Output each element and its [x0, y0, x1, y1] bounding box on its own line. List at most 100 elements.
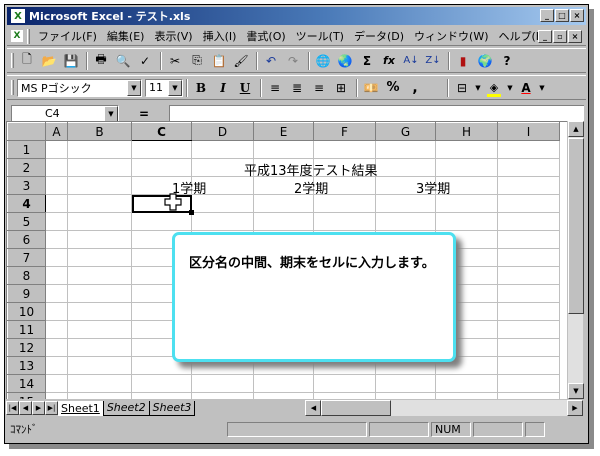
fill-color-icon[interactable]: ◈	[484, 78, 504, 98]
horizontal-scroll-thumb[interactable]	[321, 400, 392, 416]
chevron-down-icon[interactable]: ▼	[104, 105, 118, 122]
print-preview-icon[interactable]: 🔍	[113, 51, 133, 71]
close-button[interactable]: ×	[570, 9, 584, 22]
autosum-icon[interactable]: Σ	[357, 51, 377, 71]
merge-center-icon[interactable]: ⊞	[331, 78, 351, 98]
doc-restore-button[interactable]: ▫	[553, 30, 567, 43]
sheet-tab-3[interactable]: Sheet3	[149, 400, 196, 416]
formula-input[interactable]	[169, 104, 584, 123]
map-icon[interactable]: 🌍	[475, 51, 495, 71]
vertical-scroll-thumb[interactable]	[568, 138, 584, 314]
row-header-7[interactable]: 7	[7, 248, 46, 267]
align-left-icon[interactable]: ≡	[265, 78, 285, 98]
percent-button[interactable]: %	[383, 78, 403, 98]
menu-data[interactable]: データ(D)	[349, 28, 409, 44]
active-cell-C4[interactable]	[131, 194, 194, 215]
row-header-4[interactable]: 4	[7, 194, 46, 213]
column-header-D[interactable]: D	[191, 122, 254, 141]
bold-button[interactable]: B	[191, 78, 211, 98]
first-sheet-icon[interactable]: |◀	[6, 401, 19, 415]
paste-icon[interactable]: 📋	[209, 51, 229, 71]
column-header-I[interactable]: I	[497, 122, 560, 141]
scroll-left-icon[interactable]: ◀	[305, 400, 322, 416]
name-box[interactable]: C4 ▼	[11, 104, 119, 123]
column-header-E[interactable]: E	[253, 122, 314, 141]
row-header-14[interactable]: 14	[7, 374, 46, 393]
sort-descending-icon[interactable]: Z↓	[423, 51, 443, 71]
row-header-10[interactable]: 10	[7, 302, 46, 321]
row-header-1[interactable]: 1	[7, 140, 46, 159]
scroll-right-icon[interactable]: ▶	[567, 400, 583, 416]
font-color-icon[interactable]: A	[516, 78, 536, 98]
last-sheet-icon[interactable]: ▶|	[45, 401, 58, 415]
print-icon[interactable]: 🖶	[91, 51, 111, 71]
menu-view[interactable]: 表示(V)	[149, 28, 197, 44]
format-painter-icon[interactable]: 🖌	[231, 51, 251, 71]
doc-close-button[interactable]: ×	[568, 30, 582, 43]
prev-sheet-icon[interactable]: ◀	[19, 401, 32, 415]
sort-ascending-icon[interactable]: A↓	[401, 51, 421, 71]
cell-C3[interactable]: 1学期	[131, 176, 206, 197]
undo-icon[interactable]: ↶	[261, 51, 281, 71]
scroll-up-icon[interactable]: ▲	[568, 121, 584, 137]
row-header-6[interactable]: 6	[7, 230, 46, 249]
menu-file[interactable]: ファイル(F)	[33, 28, 102, 44]
italic-button[interactable]: I	[213, 78, 233, 98]
scroll-down-icon[interactable]: ▼	[568, 383, 584, 399]
chevron-down-icon[interactable]: ▼	[168, 79, 182, 96]
fill-handle[interactable]	[189, 210, 194, 215]
font-name-select[interactable]: MS Pゴシック ▼	[17, 78, 142, 97]
web-icon[interactable]: 🌏	[335, 51, 355, 71]
chevron-down-icon[interactable]: ▼	[506, 78, 514, 98]
sheet-tab-2[interactable]: Sheet2	[103, 400, 150, 416]
help-icon[interactable]: ?	[497, 51, 517, 71]
column-header-A[interactable]: A	[45, 122, 68, 141]
align-center-icon[interactable]: ≣	[287, 78, 307, 98]
menu-window[interactable]: ウィンドウ(W)	[409, 28, 493, 44]
cut-icon[interactable]: ✂	[165, 51, 185, 71]
column-header-B[interactable]: B	[67, 122, 132, 141]
cell-E3[interactable]: 2学期	[253, 176, 328, 197]
comma-button[interactable]: ,	[405, 78, 425, 98]
row-header-9[interactable]: 9	[7, 284, 46, 303]
horizontal-scrollbar[interactable]: ◀ ▶	[305, 400, 583, 416]
menu-insert[interactable]: 挿入(I)	[198, 28, 242, 44]
spelling-icon[interactable]: ✓	[135, 51, 155, 71]
borders-icon[interactable]: ⊟	[452, 78, 472, 98]
function-icon[interactable]: fx	[379, 51, 399, 71]
menu-format[interactable]: 書式(O)	[241, 28, 290, 44]
align-right-icon[interactable]: ≡	[309, 78, 329, 98]
save-icon[interactable]: 💾	[61, 51, 81, 71]
column-header-C[interactable]: C	[131, 122, 192, 141]
row-header-8[interactable]: 8	[7, 266, 46, 285]
row-header-3[interactable]: 3	[7, 176, 46, 195]
row-header-12[interactable]: 12	[7, 338, 46, 357]
vertical-scrollbar[interactable]: ▲ ▼	[567, 121, 584, 399]
new-icon[interactable]: 🗋	[17, 51, 37, 71]
currency-icon[interactable]: 💴	[361, 78, 381, 98]
copy-icon[interactable]: ⎘	[187, 51, 207, 71]
next-sheet-icon[interactable]: ▶	[32, 401, 45, 415]
font-size-select[interactable]: 11 ▼	[145, 78, 183, 97]
cell-G3[interactable]: 3学期	[375, 176, 450, 197]
row-header-11[interactable]: 11	[7, 320, 46, 339]
sheet-tab-1[interactable]: Sheet1	[58, 400, 104, 416]
chevron-down-icon[interactable]: ▼	[127, 79, 141, 96]
minimize-button[interactable]: _	[540, 9, 554, 22]
select-all-corner[interactable]	[7, 122, 46, 141]
column-header-F[interactable]: F	[313, 122, 376, 141]
row-header-15[interactable]: 15	[7, 392, 46, 399]
formula-equals-button[interactable]: =	[119, 107, 169, 121]
underline-button[interactable]: U	[235, 78, 255, 98]
column-header-H[interactable]: H	[435, 122, 498, 141]
column-header-G[interactable]: G	[375, 122, 436, 141]
menu-edit[interactable]: 編集(E)	[102, 28, 150, 44]
workbook-icon[interactable]: X	[11, 30, 23, 42]
row-header-5[interactable]: 5	[7, 212, 46, 231]
chevron-down-icon[interactable]: ▼	[474, 78, 482, 98]
row-header-2[interactable]: 2	[7, 158, 46, 177]
redo-icon[interactable]: ↷	[283, 51, 303, 71]
open-icon[interactable]: 📂	[39, 51, 59, 71]
menu-tools[interactable]: ツール(T)	[291, 28, 349, 44]
chart-wizard-icon[interactable]: ▮	[453, 51, 473, 71]
